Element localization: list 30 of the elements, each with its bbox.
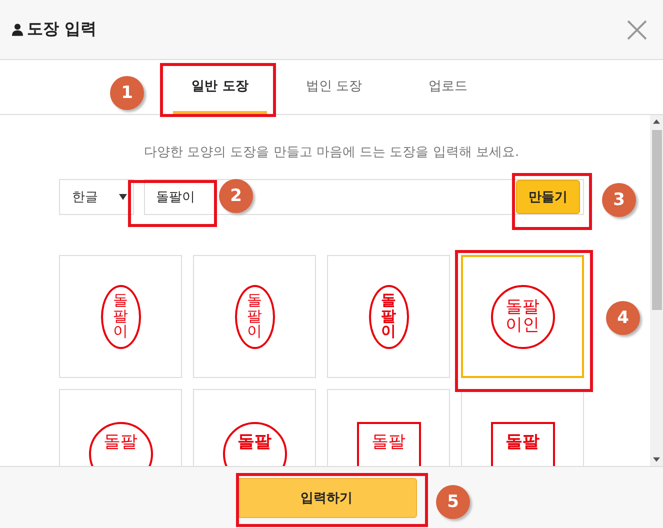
stamp-impression: 돌팔 이인 [490,284,554,348]
make-button[interactable]: 만들기 [516,180,580,214]
stamp-option[interactable]: 돌팔 [59,389,182,466]
caret-icon [119,194,127,200]
close-icon[interactable] [627,20,647,40]
tab[interactable]: 법인 도장 [287,60,381,114]
stamp-option[interactable]: 돌팔 [461,389,584,466]
stamp-option[interactable]: 돌 팔 이 [327,255,450,378]
step-number: 2 [219,179,253,213]
stamp-option[interactable]: 돌팔 이인 [461,255,584,378]
scroll-down-icon[interactable] [653,457,660,462]
tab[interactable]: 일반 도장 [173,60,267,114]
person-icon [12,23,23,36]
stamp-option[interactable]: 돌 팔 이 [193,255,316,378]
stamp-option[interactable]: 돌팔 [193,389,316,466]
submit-button[interactable]: 입력하기 [236,478,416,518]
stamp-impression: 돌 팔 이 [368,284,408,348]
scroll-up-icon[interactable] [653,119,660,124]
tab[interactable]: 업로드 [401,60,495,114]
step-number: 3 [602,183,636,217]
window-title: 도장 입력 [27,19,98,40]
stamp-option[interactable]: 돌팔 [327,389,450,466]
language-select[interactable]: 한글 [59,179,134,215]
stamp-impression: 돌 팔 이 [234,284,274,348]
stamp-impression: 돌 팔 이 [100,284,140,348]
stamp-option[interactable]: 돌 팔 이 [59,255,182,378]
step-number: 1 [110,76,144,110]
scrollbar[interactable] [650,115,663,466]
step-number: 4 [606,301,640,335]
description-text: 다양한 모양의 도장을 만들고 마음에 드는 도장을 입력해 보세요. [142,144,520,161]
